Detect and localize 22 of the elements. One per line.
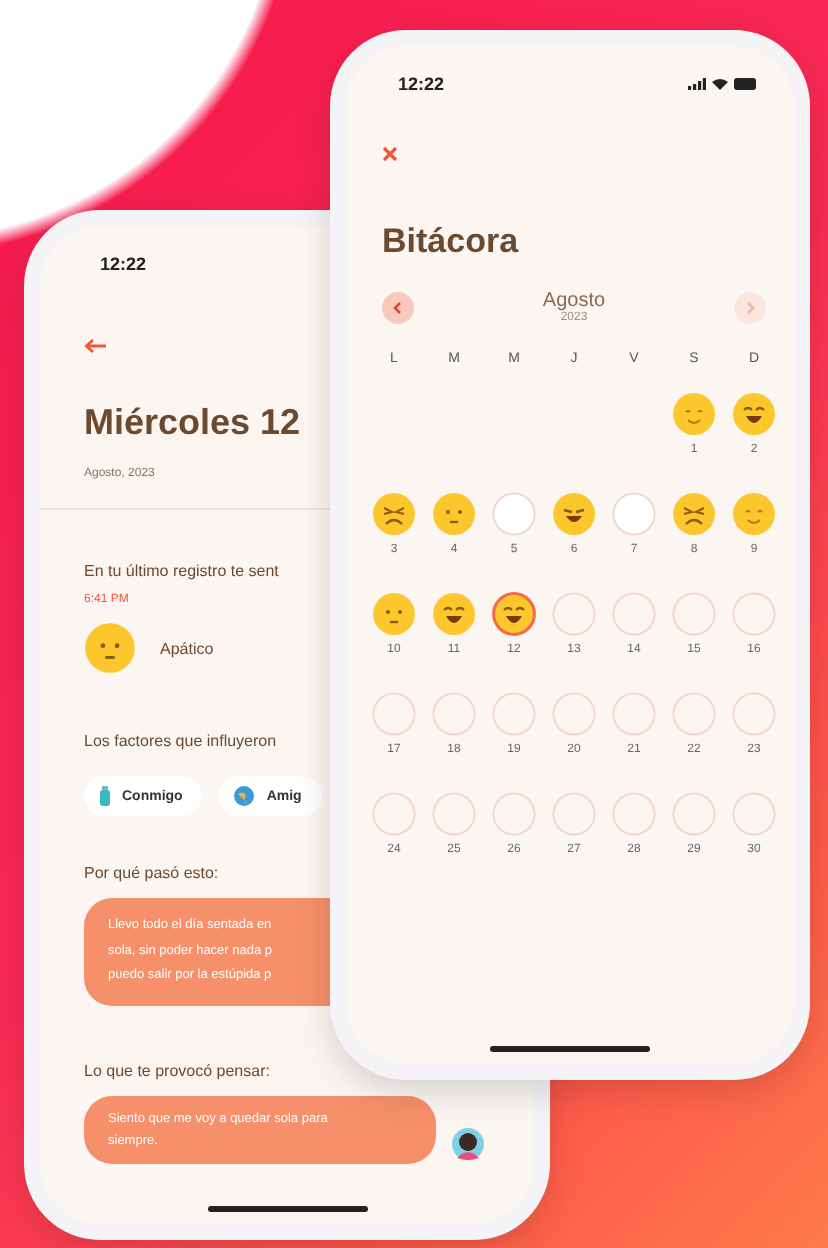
globe-icon [234, 786, 255, 806]
mood-label: Apático [160, 639, 214, 657]
chevron-left-icon [392, 301, 404, 313]
section-label: Los factores que influyeron [84, 732, 277, 750]
section-label: En tu último registro te sent [84, 562, 279, 580]
month-label: Agosto [542, 290, 606, 312]
bottle-icon [100, 786, 110, 806]
status-time: 12:22 [398, 74, 445, 94]
battery-icon [734, 78, 758, 90]
status-time: 12:22 [100, 254, 147, 274]
signal-icon [688, 78, 706, 90]
wifi-icon [712, 78, 728, 90]
page-title: Miércoles 12 [84, 402, 303, 444]
previous-month-button[interactable] [382, 291, 414, 323]
back-arrow-icon[interactable] [84, 338, 108, 354]
neutral-face-icon [84, 622, 136, 674]
chevron-right-icon [743, 301, 756, 313]
close-icon[interactable] [382, 146, 398, 162]
section-label: Por qué pasó esto: [84, 864, 219, 882]
avatar [452, 1127, 484, 1159]
page-title: Bitácora [382, 222, 521, 262]
section-label: Lo que te provocó pensar: [84, 1061, 270, 1079]
